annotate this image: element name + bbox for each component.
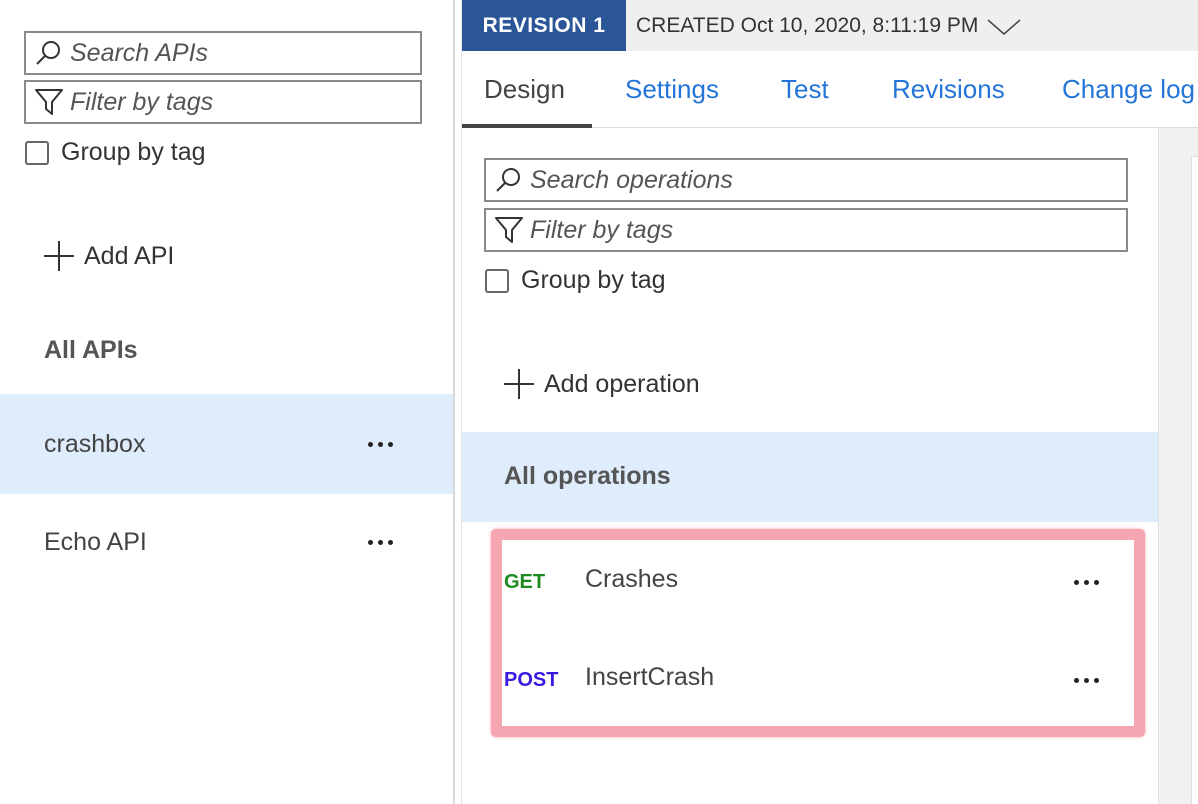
operation-name: InsertCrash [585,663,715,691]
operation-row[interactable]: GET Crashes [462,535,1158,633]
filter-apis-input[interactable]: Filter by tags [24,80,422,124]
group-by-tag-label: Group by tag [61,138,206,166]
group-by-tag-row[interactable]: Group by tag [25,138,206,167]
search-operations-input[interactable]: Search operations [484,158,1128,202]
group-by-tag-checkbox[interactable] [25,140,49,165]
panel-divider[interactable] [453,0,462,804]
ellipsis-icon[interactable] [368,539,393,545]
api-name: Echo API [44,527,147,556]
api-list-item[interactable]: Echo API [0,492,453,592]
add-operation-label: Add operation [544,369,700,398]
all-apis-heading: All APIs [44,336,138,364]
filter-operations-placeholder: Filter by tags [530,215,674,244]
tab-design[interactable]: Design [484,51,565,128]
ellipsis-icon[interactable] [368,441,393,447]
all-operations-row[interactable]: All operations [462,432,1158,522]
search-operations-placeholder: Search operations [530,165,733,194]
operations-panel: Search operations Filter by tags Group b… [462,128,1158,804]
plus-icon [44,241,74,271]
tab-change-log[interactable]: Change log [1062,51,1195,128]
method-badge: GET [504,571,546,593]
tab-revisions[interactable]: Revisions [892,51,1005,128]
operation-name: Crashes [585,565,679,593]
filter-icon [494,214,530,246]
revision-badge[interactable]: REVISION 1 [462,0,626,51]
api-detail-panel: REVISION 1 CREATED Oct 10, 2020, 8:11:19… [462,0,1198,804]
add-api-button[interactable]: Add API [44,241,174,271]
tab-settings[interactable]: Settings [625,51,719,128]
all-operations-heading: All operations [504,462,671,490]
group-by-tag-checkbox[interactable] [485,268,509,293]
search-apis-placeholder: Search APIs [70,38,209,67]
api-name: crashbox [44,429,146,458]
group-by-tag-row[interactable]: Group by tag [485,266,666,295]
filter-icon [34,86,70,118]
detail-pane-edge [1158,128,1198,804]
search-icon [34,37,70,69]
tab-test[interactable]: Test [781,51,829,128]
revision-bar: REVISION 1 CREATED Oct 10, 2020, 8:11:19… [462,0,1198,51]
tab-bar: Design Settings Test Revisions Change lo… [462,51,1198,128]
api-list-item[interactable]: crashbox [0,394,453,494]
search-apis-input[interactable]: Search APIs [24,31,422,75]
detail-pane-frame [1191,156,1198,804]
revision-created-text: CREATED Oct 10, 2020, 8:11:19 PM [636,13,979,37]
filter-operations-input[interactable]: Filter by tags [484,208,1128,252]
ellipsis-icon[interactable] [1074,580,1099,585]
add-operation-button[interactable]: Add operation [504,369,700,399]
group-by-tag-label: Group by tag [521,266,666,294]
add-api-label: Add API [84,241,175,270]
chevron-down-icon[interactable] [984,14,1024,38]
search-icon [494,164,530,196]
api-list-panel: Search APIs Filter by tags Group by tag … [0,0,453,804]
filter-apis-placeholder: Filter by tags [70,87,214,116]
method-badge: POST [504,669,559,691]
plus-icon [504,369,534,399]
operation-row[interactable]: POST InsertCrash [462,633,1158,731]
ellipsis-icon[interactable] [1074,678,1099,683]
